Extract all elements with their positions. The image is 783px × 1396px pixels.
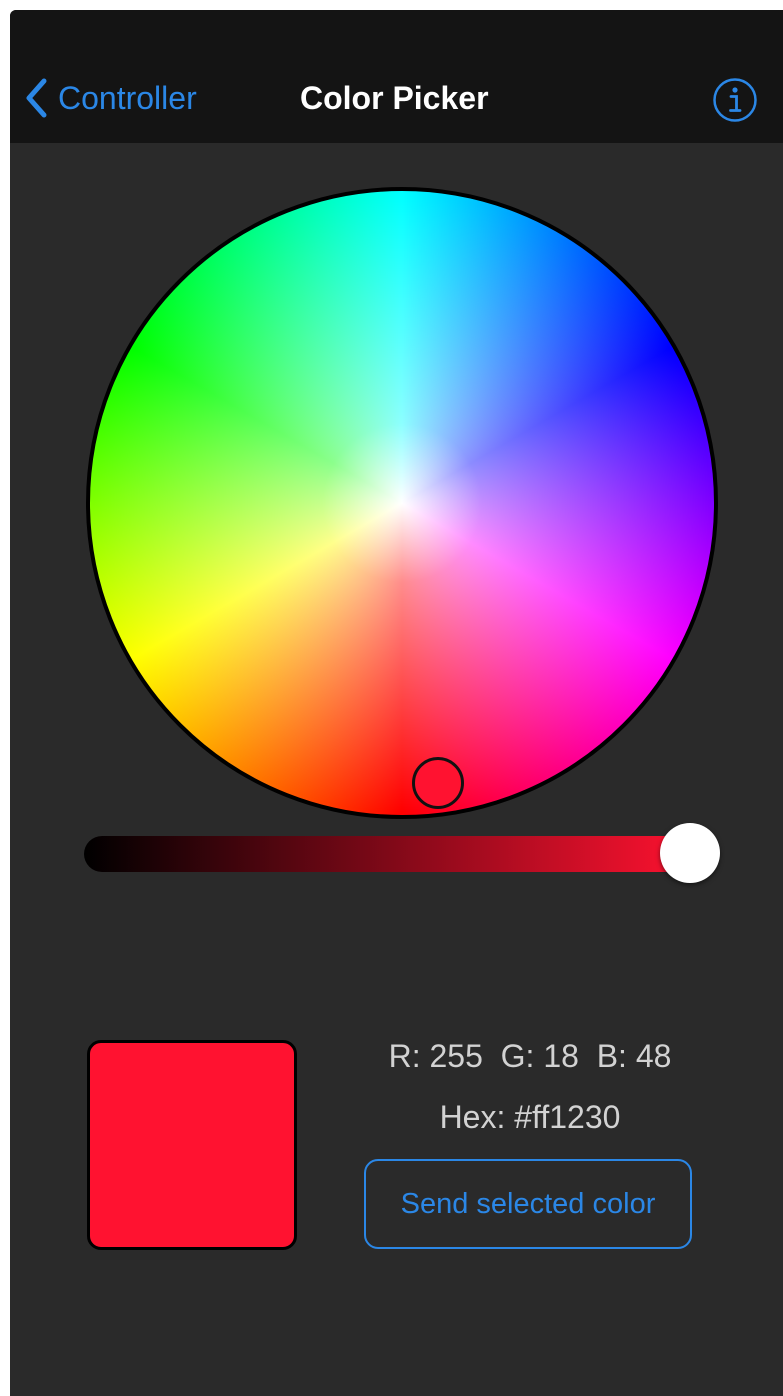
brightness-slider-thumb[interactable]	[660, 823, 720, 883]
navigation-bar: Controller Color Picker	[10, 10, 783, 143]
selected-color-swatch	[87, 1040, 297, 1250]
send-selected-color-button[interactable]: Send selected color	[364, 1159, 692, 1249]
rgb-values: R: 255 G: 18 B: 48	[388, 1038, 672, 1074]
brightness-slider[interactable]	[84, 823, 720, 883]
chevron-left-icon	[26, 78, 47, 118]
color-wheel[interactable]	[86, 187, 718, 819]
back-button[interactable]: Controller	[24, 76, 197, 120]
color-wheel-handle[interactable]	[412, 757, 464, 809]
brightness-slider-track[interactable]	[84, 836, 694, 872]
hex-value: Hex: #ff1230	[439, 1099, 621, 1135]
screen: Controller Color Picker R: 255 G: 18 B: …	[10, 10, 783, 1396]
color-wheel-container	[86, 187, 718, 819]
back-label: Controller	[58, 79, 197, 116]
info-icon	[713, 78, 757, 122]
info-button[interactable]	[712, 77, 758, 123]
page-title: Color Picker	[300, 79, 489, 116]
